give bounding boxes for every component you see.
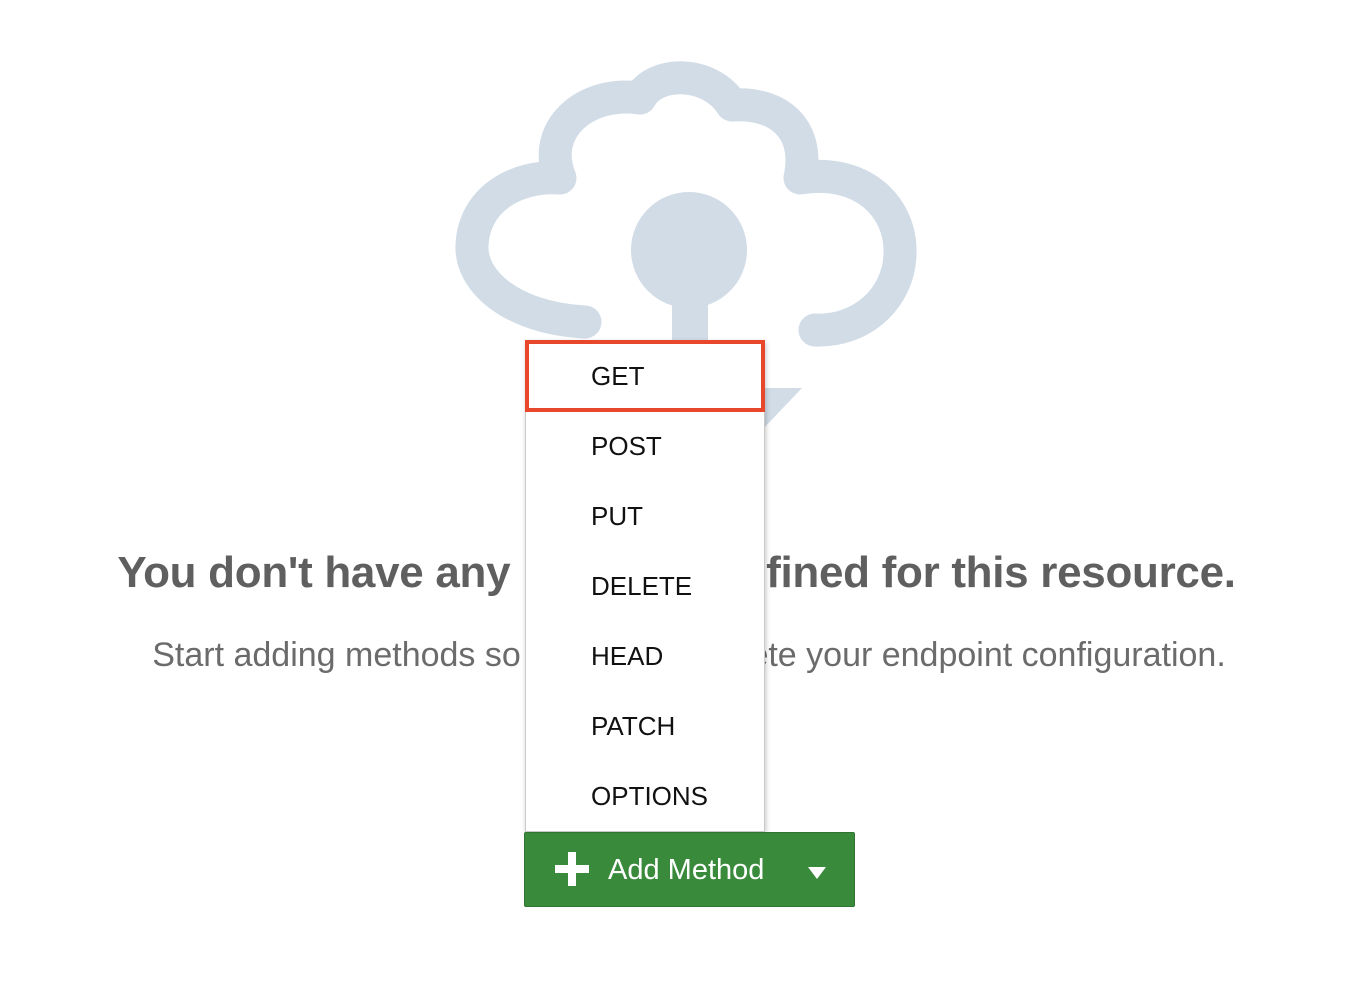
menu-item-patch[interactable]: PATCH bbox=[526, 691, 764, 761]
menu-item-put[interactable]: PUT bbox=[526, 481, 764, 551]
menu-item-get[interactable]: GET bbox=[525, 340, 765, 412]
caret-down-icon[interactable] bbox=[808, 867, 826, 879]
plus-icon bbox=[555, 852, 589, 886]
menu-item-delete[interactable]: DELETE bbox=[526, 551, 764, 621]
menu-item-options[interactable]: OPTIONS bbox=[526, 761, 764, 831]
menu-item-post[interactable]: POST bbox=[526, 411, 764, 481]
method-dropdown-menu: GET POST PUT DELETE HEAD PATCH OPTIONS bbox=[525, 340, 765, 832]
add-method-button[interactable]: Add Method bbox=[524, 832, 855, 907]
menu-item-head[interactable]: HEAD bbox=[526, 621, 764, 691]
add-method-label: Add Method bbox=[608, 854, 765, 886]
